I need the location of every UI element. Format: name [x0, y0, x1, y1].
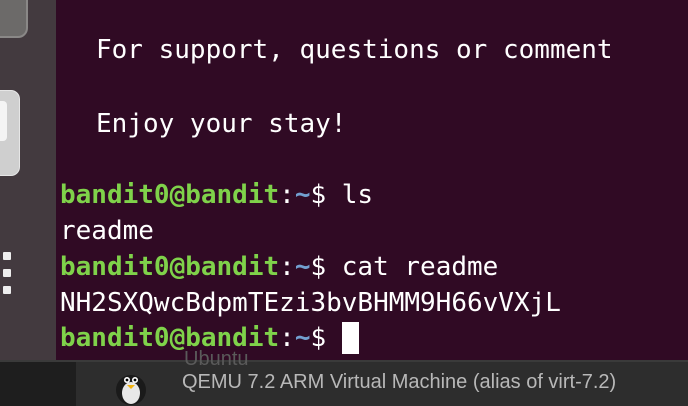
prompt-line: bandit0@bandit:~$ cat readme: [60, 251, 498, 283]
motd-enjoy-line: Enjoy your stay!: [96, 109, 347, 139]
tux-icon: [116, 375, 146, 405]
terminal-window[interactable]: For support, questions or comment Enjoy …: [56, 0, 688, 360]
prompt-separator: :: [279, 180, 295, 210]
prompt-line: bandit0@bandit:~$ ls: [60, 179, 373, 211]
divider: [0, 360, 688, 362]
prompt-separator: :: [279, 252, 295, 282]
dock: [0, 0, 56, 360]
command-text: ls: [341, 180, 374, 210]
prompt-user: bandit0@bandit: [60, 180, 280, 210]
output-line: NH2SXQwcBdpmTEzi3bvBHMM9H66vVXjL: [60, 288, 561, 318]
show-apps-icon[interactable]: [3, 252, 13, 303]
prompt-path: ~: [294, 252, 311, 282]
prompt-user: bandit0@bandit: [60, 252, 280, 282]
prompt-path: ~: [294, 180, 311, 210]
prompt-symbol: $: [310, 323, 327, 353]
document-page: [0, 101, 7, 141]
text-editor-icon[interactable]: [0, 90, 20, 176]
prompt-symbol: $: [310, 180, 327, 210]
vm-ghost-title: Ubuntu: [184, 348, 249, 370]
prompt-separator: :: [279, 323, 295, 353]
vm-menu-label[interactable]: QEMU 7.2 ARM Virtual Machine (alias of v…: [182, 371, 616, 394]
motd-support-line: For support, questions or comment: [96, 35, 613, 65]
prompt-symbol: $: [310, 252, 327, 282]
text-cursor: [341, 322, 359, 354]
output-line: readme: [60, 216, 154, 246]
command-text: cat readme: [341, 252, 499, 282]
terminal-app-icon[interactable]: [0, 0, 28, 38]
prompt-path: ~: [294, 323, 311, 353]
